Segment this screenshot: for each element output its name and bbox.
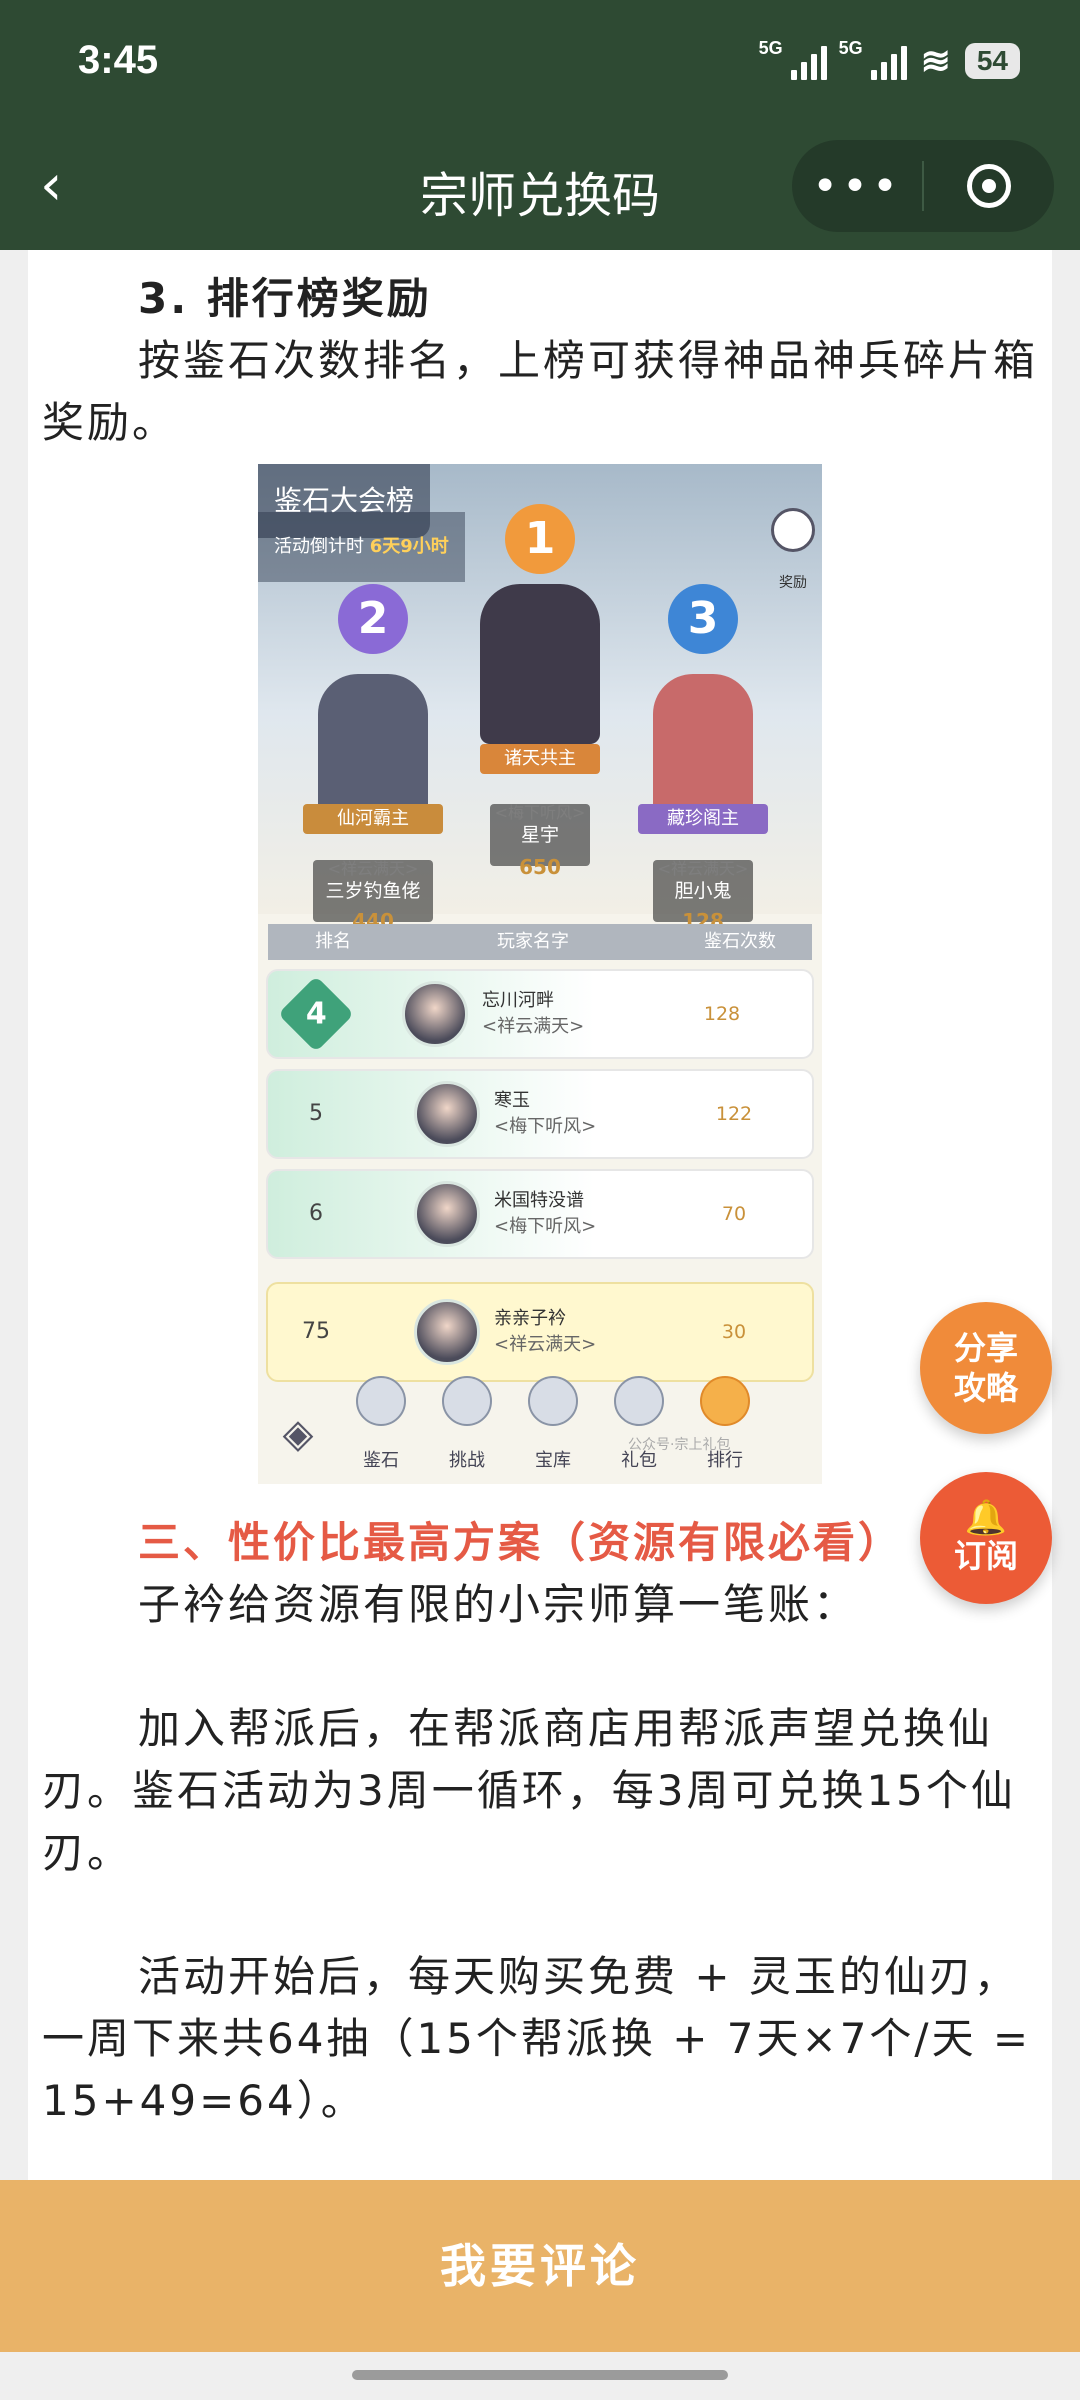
rank-1-avatar (480, 584, 600, 744)
player-count: 30 (721, 1321, 747, 1343)
player-avatar (402, 981, 468, 1047)
baoku-icon (528, 1376, 578, 1426)
player-info: 寒玉 <梅下听风> (494, 1088, 694, 1140)
header-rank: 排名 (315, 931, 351, 952)
ranking-row: 4 忘川河畔 <祥云满天> 128 (266, 969, 814, 1059)
player-guild: <祥云满天> (482, 1016, 585, 1037)
game-logo-icon: ◈ (282, 1411, 314, 1457)
countdown-value: 6天9小时 (369, 536, 449, 557)
tab-baoku: 宝库 (510, 1376, 596, 1484)
rank-1-badge: 1 (505, 504, 575, 574)
section-3-body: 按鉴石次数排名，上榜可获得神品神兵碎片箱奖励。 (42, 336, 1039, 447)
target-icon (967, 164, 1011, 208)
home-indicator[interactable] (352, 2370, 728, 2380)
player-count: 128 (703, 1003, 741, 1025)
article-container: 3. 排行榜奖励 按鉴石次数排名，上榜可获得神品神兵碎片箱奖励。 鉴石大会榜 活… (28, 250, 1052, 2180)
player-name: 忘川河畔 (482, 990, 554, 1011)
paragraph-1: 加入帮派后，在帮派商店用帮派声望兑换仙刃。鉴石活动为3周一循环，每3周可兑换15… (42, 1704, 1016, 1877)
player-count: 70 (721, 1203, 747, 1225)
player-avatar (414, 1081, 480, 1147)
rank-3-badge: 3 (668, 584, 738, 654)
player-avatar (414, 1181, 480, 1247)
rank-2-title: 仙河霸主 (303, 804, 443, 834)
bell-icon: 🔔 (964, 1498, 1008, 1538)
tab-label: 挑战 (449, 1450, 485, 1471)
ranking-row: 5 寒玉 <梅下听风> 122 (266, 1069, 814, 1159)
reward-button: 奖励 (768, 508, 818, 614)
section-3-title: 3. 排行榜奖励 (138, 274, 432, 323)
header-count: 鉴石次数 (704, 931, 776, 952)
player-name: 寒玉 (494, 1090, 530, 1111)
countdown: 活动倒计时 6天9小时 (258, 512, 465, 582)
reward-icon (771, 508, 815, 552)
tab-tiaozhan: 挑战 (424, 1376, 510, 1484)
status-time: 3:45 (78, 38, 159, 82)
tab-label: 宝库 (535, 1450, 571, 1471)
status-icons: 5G 5G ≋ 54 (759, 38, 1020, 82)
paragraph-2: 活动开始后，每天购买免费 + 灵玉的仙刃，一周下来共64抽（15个帮派换 + 7… (42, 1952, 1032, 2125)
intro-paragraph: 子衿给资源有限的小宗师算一笔账： (138, 1580, 859, 1629)
rank-1-score: 650 (519, 855, 561, 879)
player-info: 亲亲子衿 <祥云满天> (494, 1306, 694, 1358)
rank-4-badge: 4 (277, 975, 355, 1053)
tab-jianshi: 鉴石 (338, 1376, 424, 1484)
nav-bar: ‹ 宗师兑换码 ••• (0, 128, 1080, 250)
network-type-label-2: 5G (838, 38, 863, 58)
signal-icon: 5G (759, 38, 827, 80)
rank-3-avatar (653, 674, 753, 814)
rank-1-title: 诸天共主 (480, 744, 600, 774)
status-bar: 3:45 5G 5G ≋ 54 (0, 0, 1080, 128)
subscribe-button[interactable]: 🔔 订阅 (920, 1472, 1052, 1604)
player-name: 米国特没谱 (494, 1190, 584, 1211)
battery-icon: 54 (964, 43, 1020, 79)
my-ranking-row: 75 亲亲子衿 <祥云满天> 30 (266, 1282, 814, 1382)
player-name: 亲亲子衿 (494, 1308, 566, 1329)
rank-value: 5 (309, 1101, 323, 1126)
rank-3-title: 藏珍阁主 (638, 804, 768, 834)
player-guild: <梅下听风> (494, 1216, 597, 1237)
player-count: 122 (715, 1103, 753, 1125)
player-info: 米国特没谱 <梅下听风> (494, 1188, 694, 1240)
tiaozhan-icon (442, 1376, 492, 1426)
jianshi-icon (356, 1376, 406, 1426)
signal-icon-2: 5G (839, 38, 907, 80)
rank-2-avatar (318, 674, 428, 814)
section-heading-value-plan: 三、性价比最高方案（资源有限必看） (138, 1518, 904, 1567)
subscribe-label: 订阅 (953, 1537, 1018, 1575)
rank-2-badge: 2 (338, 584, 408, 654)
image-watermark: 公众号·宗上礼包 (628, 1437, 731, 1453)
comment-button[interactable]: 我要评论 (0, 2180, 1080, 2352)
game-tab-bar: ◈ 鉴石 挑战 宝库 礼包 排行 (258, 1376, 822, 1484)
close-miniprogram-button[interactable] (924, 164, 1054, 208)
more-options-button[interactable]: ••• (792, 161, 922, 212)
rank-value: 75 (302, 1319, 330, 1344)
article-body: 3. 排行榜奖励 按鉴石次数排名，上榜可获得神品神兵碎片箱奖励。 鉴石大会榜 活… (28, 250, 1052, 2132)
rank-value: 6 (309, 1201, 323, 1226)
ranking-table-header: 排名 玩家名字 鉴石次数 (268, 924, 812, 960)
player-guild: <梅下听风> (494, 1116, 597, 1137)
reward-label: 奖励 (779, 575, 807, 591)
game-ranking-screenshot[interactable]: 鉴石大会榜 活动倒计时 6天9小时 奖励 1 诸天共主 <梅下听风> 星宇 65… (258, 464, 822, 1484)
wifi-icon: ≋ (920, 40, 951, 81)
player-avatar (414, 1299, 480, 1365)
network-type-label: 5G (758, 38, 783, 58)
share-label-1: 分享 (953, 1329, 1018, 1367)
player-guild: <祥云满天> (494, 1334, 597, 1355)
header-player: 玩家名字 (497, 931, 569, 952)
tab-label: 鉴石 (363, 1450, 399, 1471)
ranking-row: 6 米国特没谱 <梅下听风> 70 (266, 1169, 814, 1259)
countdown-label: 活动倒计时 (274, 536, 364, 557)
share-guide-button[interactable]: 分享 攻略 (920, 1302, 1052, 1434)
miniprogram-capsule: ••• (792, 140, 1054, 232)
share-label-2: 攻略 (953, 1369, 1018, 1407)
rank-value: 4 (305, 996, 327, 1031)
player-info: 忘川河畔 <祥云满天> (482, 988, 682, 1040)
